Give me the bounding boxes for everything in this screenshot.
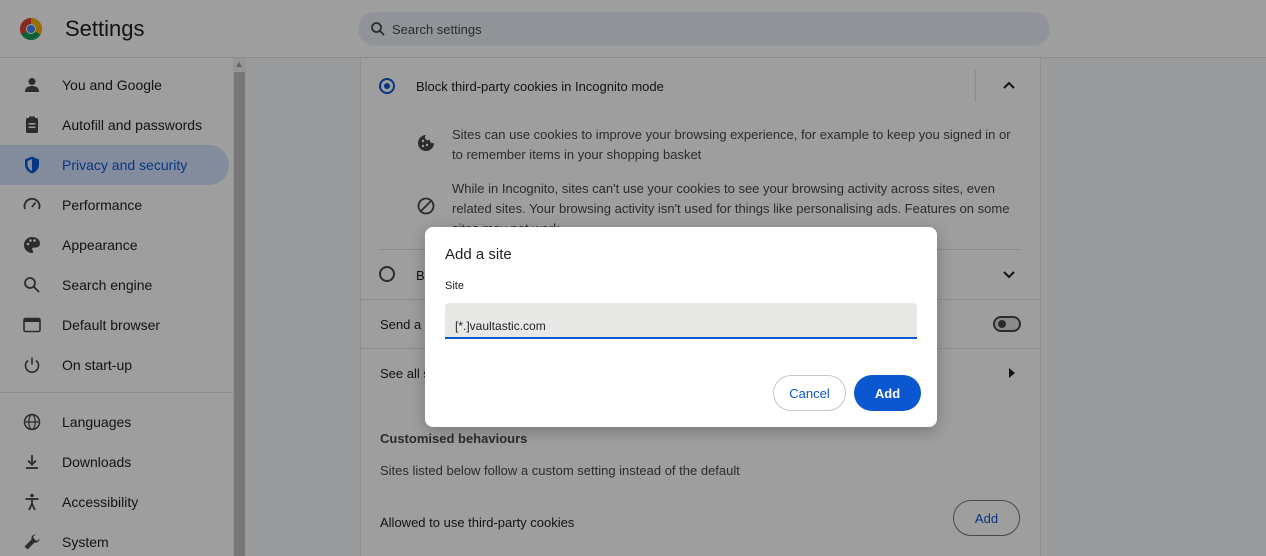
site-field-label: Site bbox=[445, 280, 464, 292]
site-input[interactable] bbox=[445, 303, 917, 339]
add-button[interactable]: Add bbox=[854, 375, 921, 411]
dialog-title: Add a site bbox=[445, 246, 512, 263]
settings-page: Settings Search settings You and Google … bbox=[0, 0, 1266, 556]
add-site-dialog: Add a site Site Cancel Add bbox=[425, 227, 937, 427]
cancel-button[interactable]: Cancel bbox=[773, 375, 846, 411]
